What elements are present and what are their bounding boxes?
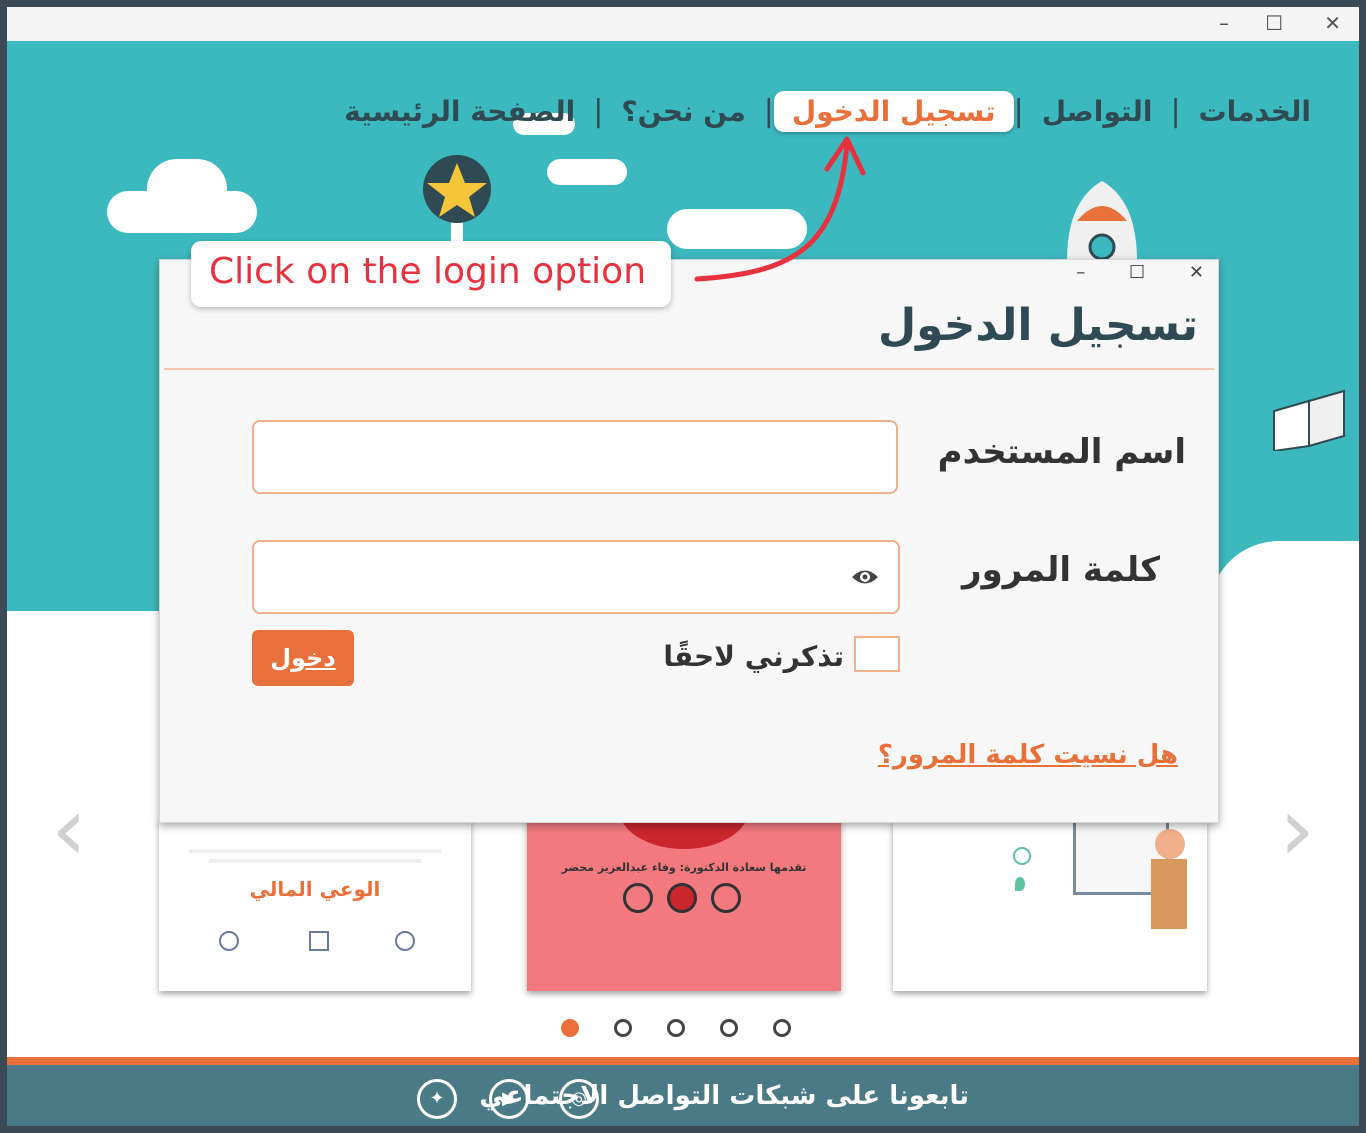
card-title: الوعي المالي <box>249 877 381 901</box>
password-label: كلمة المرور <box>962 550 1160 590</box>
card-text-line <box>189 849 441 853</box>
minimize-button[interactable]: – <box>1219 11 1229 35</box>
card-title: تقدمها سعادة الدكتورة: وفاء عبدالعزيز مح… <box>561 861 807 874</box>
cloud-decoration <box>1209 541 1359 611</box>
annotation-callout: Click on the login option <box>191 241 671 307</box>
footer-accent-line <box>7 1057 1359 1065</box>
dialog-title: تسجيل الدخول <box>877 300 1198 351</box>
carousel-dot[interactable] <box>720 1019 738 1037</box>
dialog-minimize-button[interactable]: – <box>1076 262 1085 283</box>
divider <box>164 368 1214 370</box>
calendar-icon <box>711 883 741 913</box>
footer: تابعونا على شبكات التواصل الاجتماعي ◎ ▶ … <box>7 1065 1359 1126</box>
book-icon <box>1273 389 1345 451</box>
eye-icon[interactable] <box>850 562 880 592</box>
cloud-decoration <box>547 159 627 185</box>
remember-label: تذكرني لاحقًا <box>663 640 844 673</box>
close-button[interactable]: ✕ <box>1324 11 1341 35</box>
instagram-icon[interactable]: ◎ <box>559 1079 599 1119</box>
carousel-dot[interactable] <box>667 1019 685 1037</box>
person-image <box>1155 829 1185 859</box>
maximize-button[interactable]: ☐ <box>1265 11 1283 35</box>
carousel-dot[interactable] <box>561 1019 579 1037</box>
carousel-card[interactable] <box>893 819 1207 991</box>
carousel-pagination <box>561 1019 791 1037</box>
carousel-prev-arrow[interactable]: ‹ <box>51 777 87 882</box>
nav-item-contact[interactable]: التواصل <box>1024 91 1171 132</box>
clock-icon <box>395 931 415 951</box>
location-icon <box>1015 877 1025 891</box>
nav-separator: | <box>593 94 604 129</box>
card-logo <box>619 819 749 849</box>
footer-text: تابعونا على شبكات التواصل الاجتماعي <box>479 1081 969 1111</box>
remember-checkbox[interactable] <box>854 636 900 672</box>
location-icon <box>219 931 239 951</box>
person-image <box>1151 859 1187 929</box>
cloud-decoration <box>147 159 227 219</box>
app-window: – ☐ ✕ الصفحة الرئيسية | من نحن؟ | تسجيل … <box>0 0 1366 1133</box>
forgot-password-link[interactable]: هل نسيت كلمة المرور؟ <box>878 740 1178 770</box>
calendar-icon <box>309 931 329 951</box>
dialog-close-button[interactable]: ✕ <box>1189 262 1204 283</box>
nav-separator: | <box>763 94 774 129</box>
nav-separator: | <box>1013 94 1024 129</box>
rocket-icon <box>1067 181 1137 261</box>
username-input[interactable] <box>252 420 898 494</box>
annotation-text: Click on the login option <box>209 251 647 292</box>
clock-icon <box>667 883 697 913</box>
carousel-card[interactable]: الوعي المالي <box>159 819 471 991</box>
carousel-dot[interactable] <box>773 1019 791 1037</box>
clock-icon <box>1013 847 1031 865</box>
youtube-icon[interactable]: ▶ <box>489 1079 529 1119</box>
card-text-line <box>209 859 421 863</box>
carousel-next-arrow[interactable]: › <box>1279 777 1315 882</box>
dialog-maximize-button[interactable]: ☐ <box>1129 262 1145 283</box>
annotation-arrow-icon <box>694 136 866 282</box>
dialog-controls: – ☐ ✕ <box>1076 262 1204 283</box>
login-button[interactable]: دخول <box>252 630 354 686</box>
password-input[interactable] <box>252 540 900 614</box>
nav-item-home[interactable]: الصفحة الرئيسية <box>326 91 593 132</box>
nav-separator: | <box>1170 94 1181 129</box>
nav-item-services[interactable]: الخدمات <box>1181 91 1329 132</box>
carousel-dot[interactable] <box>614 1019 632 1037</box>
login-dialog: – ☐ ✕ تسجيل الدخول اسم المستخدم كلمة الم… <box>159 259 1219 823</box>
location-icon <box>623 883 653 913</box>
twitter-icon[interactable]: ✦ <box>417 1079 457 1119</box>
username-label: اسم المستخدم <box>937 432 1186 472</box>
title-bar: – ☐ ✕ <box>7 7 1359 41</box>
carousel-card[interactable]: تقدمها سعادة الدكتورة: وفاء عبدالعزيز مح… <box>527 819 841 991</box>
